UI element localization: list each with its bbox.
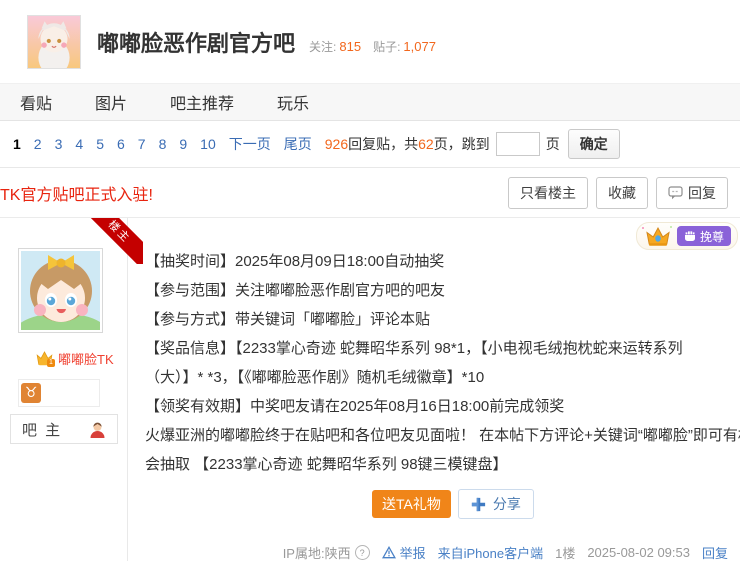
last-page-link[interactable]: 尾页 (284, 134, 312, 154)
thread-title: TK官方贴吧正式入驻! (0, 181, 153, 205)
moderator-box[interactable]: 吧 主 (10, 414, 118, 444)
author-ribbon-label: 楼主 (85, 218, 143, 264)
forum-avatar-art (28, 16, 80, 68)
author-name[interactable]: 嘟嘟脸TK (58, 349, 114, 368)
confirm-button[interactable]: 确定 (568, 129, 620, 159)
author-ribbon: 楼主 (85, 218, 143, 264)
tab-fun[interactable]: 玩乐 (277, 90, 309, 114)
moderator-label: 吧 主 (22, 419, 62, 440)
post-content: 【抽奖时间】2025年08月09日18:00自动抽奖 【参与范围】关注嘟嘟脸恶作… (128, 218, 740, 479)
total-pages: 62 (418, 136, 434, 152)
forum-header: 嘟嘟脸恶作剧官方吧 关注: 815 贴子: 1,077 (0, 0, 740, 83)
warning-triangle-icon (382, 546, 396, 559)
page-link[interactable]: 7 (138, 136, 146, 152)
page-link[interactable]: 8 (159, 136, 167, 152)
footer-reply-link[interactable]: 回复 (702, 543, 728, 561)
reply-button-label: 回复 (688, 183, 716, 203)
post-1: 楼主 (0, 217, 740, 561)
wanzun-pill: 挽尊 (636, 222, 738, 250)
follow-count: 815 (339, 39, 361, 54)
view-author-button[interactable]: 只看楼主 (508, 177, 588, 209)
jump-page-input[interactable] (496, 132, 540, 156)
level-number: 1 (47, 359, 55, 367)
zodiac-badge-icon: ♉ (21, 383, 41, 403)
page-link[interactable]: 3 (55, 136, 63, 152)
page-link[interactable]: 5 (96, 136, 104, 152)
page-link[interactable]: 2 (34, 136, 42, 152)
post-main: 挽尊 【抽奖时间】2025年08月09日18:00自动抽奖 【参与范围】关注嘟嘟… (128, 218, 740, 561)
share-button-label: 分享 (493, 494, 521, 514)
report-link[interactable]: 举报 (382, 543, 426, 561)
author-name-row: 1 嘟嘟脸TK (0, 349, 127, 368)
pagination-bar: 1 2 3 4 5 6 7 8 9 10 下一页 尾页 926 回复贴，共 62… (0, 121, 740, 168)
plus-icon (471, 497, 486, 512)
share-button[interactable]: 分享 (458, 489, 534, 519)
tab-view-posts[interactable]: 看贴 (20, 90, 52, 114)
posts-count: 1,077 (403, 39, 436, 54)
send-gift-button[interactable]: 送TA礼物 (372, 490, 451, 518)
report-label: 举报 (400, 543, 426, 561)
wanzun-label: 挽尊 (700, 228, 724, 245)
reply-button[interactable]: 回复 (656, 177, 728, 209)
post-timestamp: 2025-08-02 09:53 (587, 545, 690, 560)
forum-avatar[interactable] (27, 15, 81, 69)
tab-images[interactable]: 图片 (95, 90, 127, 114)
follow-label: 关注: (309, 38, 336, 55)
thread-title-row: TK官方贴吧正式入驻! 只看楼主 收藏 回复 (0, 168, 740, 217)
tab-moderator-picks[interactable]: 吧主推荐 (170, 90, 234, 114)
reply-suffix: 回复贴，共 (348, 134, 418, 154)
fist-icon (684, 230, 696, 242)
post-footer: IP属地:陕西 ? 举报 来自iPhone客户端 1楼 2025-08-02 0… (128, 543, 740, 561)
page-link[interactable]: 9 (179, 136, 187, 152)
author-badge-box[interactable]: ♉ (18, 379, 100, 407)
thread-actions: 只看楼主 收藏 回复 (508, 177, 728, 209)
jump-prefix: 页，跳到 (434, 134, 490, 154)
page-current: 1 (13, 136, 21, 152)
speech-bubble-icon (668, 186, 683, 200)
forum-stats: 关注: 815 贴子: 1,077 (309, 38, 448, 55)
forum-title[interactable]: 嘟嘟脸恶作剧官方吧 (97, 26, 295, 58)
tab-bar: 看贴 图片 吧主推荐 玩乐 (0, 83, 740, 121)
wanzun-button[interactable]: 挽尊 (677, 226, 731, 246)
posts-label: 贴子: (373, 38, 400, 55)
gift-row: 送TA礼物 分享 (372, 489, 740, 519)
favorite-button[interactable]: 收藏 (596, 177, 648, 209)
reply-count: 926 (325, 136, 348, 152)
floor-label: 1楼 (555, 543, 575, 561)
pagination-summary: 926 回复贴，共 62 页，跳到 页 确定 (325, 129, 620, 159)
ip-location-label: IP属地:陕西 (283, 543, 351, 561)
next-page-link[interactable]: 下一页 (229, 134, 271, 154)
level-crown-icon: 1 (36, 351, 53, 366)
ip-location: IP属地:陕西 ? (283, 543, 370, 561)
author-sidebar: 楼主 (0, 218, 128, 561)
crown-icon (645, 226, 671, 247)
page-unit: 页 (546, 134, 560, 154)
tieba-page: 嘟嘟脸恶作剧官方吧 关注: 815 贴子: 1,077 看贴 图片 吧主推荐 玩… (0, 0, 740, 561)
page-link[interactable]: 10 (200, 136, 216, 152)
help-icon[interactable]: ? (355, 545, 370, 560)
client-source[interactable]: 来自iPhone客户端 (438, 543, 543, 561)
moderator-person-icon (89, 421, 106, 438)
page-link[interactable]: 4 (75, 136, 83, 152)
page-link[interactable]: 6 (117, 136, 125, 152)
